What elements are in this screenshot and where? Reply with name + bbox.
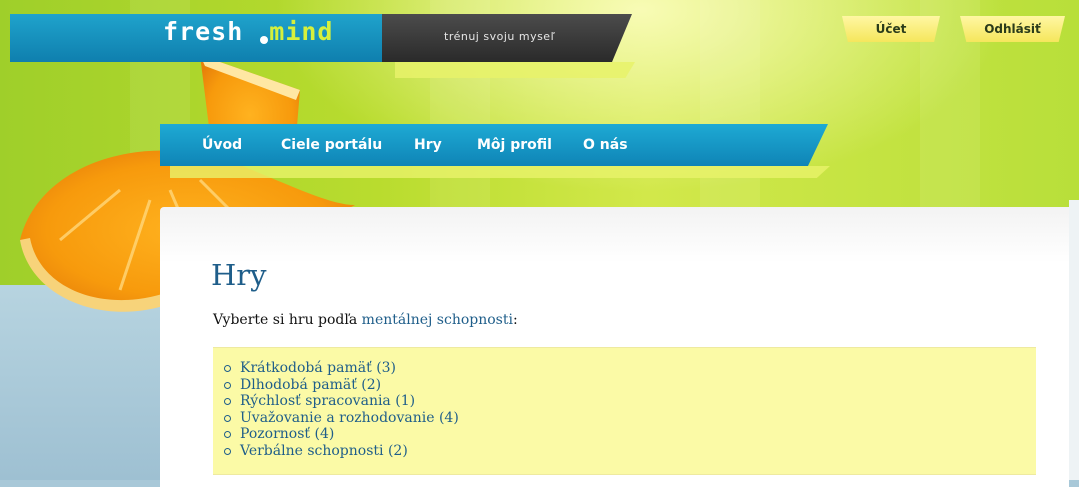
list-item[interactable]: Verbálne schopnosti (2) [222,443,459,460]
category-link[interactable]: Dlhodobá pamäť (2) [240,377,381,393]
list-item[interactable]: Rýchlosť spracovania (1) [222,393,459,410]
logo-dot-icon [260,36,268,44]
right-edge-background [1069,200,1079,480]
category-link[interactable]: Pozornosť (4) [240,426,334,442]
site-logo[interactable]: fresh mind [163,17,333,46]
intro-prefix: Vyberte si hru podľa [213,312,362,328]
nav-accent [170,166,830,178]
category-link[interactable]: Verbálne schopnosti (2) [240,443,408,459]
list-item[interactable]: Pozornosť (4) [222,426,459,443]
tagline: trénuj svoju myseľ [444,30,556,43]
category-link[interactable]: Uvažovanie a rozhodovanie (4) [240,410,459,426]
category-list: Krátkodobá pamäť (3) Dlhodobá pamäť (2) … [222,360,459,459]
nav-item-uvod[interactable]: Úvod [202,137,242,153]
bullet-circle-icon [224,398,231,405]
nav-item-ciele-portalu[interactable]: Ciele portálu [281,137,382,153]
bullet-circle-icon [224,365,231,372]
intro-suffix: : [512,312,518,328]
nav-item-o-nas[interactable]: O nás [583,137,628,153]
bullet-circle-icon [224,447,231,455]
tagline-accent [395,62,635,78]
logo-mind: mind [269,17,334,46]
logo-fresh: fresh [163,17,244,46]
nav-item-hry[interactable]: Hry [414,137,442,153]
mental-ability-link[interactable]: mentálnej schopnosti [362,312,513,328]
list-item[interactable]: Uvažovanie a rozhodovanie (4) [222,410,459,427]
category-link[interactable]: Krátkodobá pamäť (3) [240,360,396,376]
bullet-circle-icon [224,431,231,438]
nav-item-moj-profil[interactable]: Môj profil [477,137,552,153]
intro-text: Vyberte si hru podľa mentálnej schopnost… [213,312,518,328]
account-button[interactable]: Účet [842,16,940,42]
list-item[interactable]: Dlhodobá pamäť (2) [222,377,459,394]
category-link[interactable]: Rýchlosť spracovania (1) [240,393,415,409]
list-item[interactable]: Krátkodobá pamäť (3) [222,360,459,377]
bullet-circle-icon [224,414,231,422]
bullet-circle-icon [224,381,231,389]
category-list-box: Krátkodobá pamäť (3) Dlhodobá pamäť (2) … [213,347,1036,475]
logout-button[interactable]: Odhlásiť [960,16,1065,42]
page-title: Hry [211,258,267,292]
